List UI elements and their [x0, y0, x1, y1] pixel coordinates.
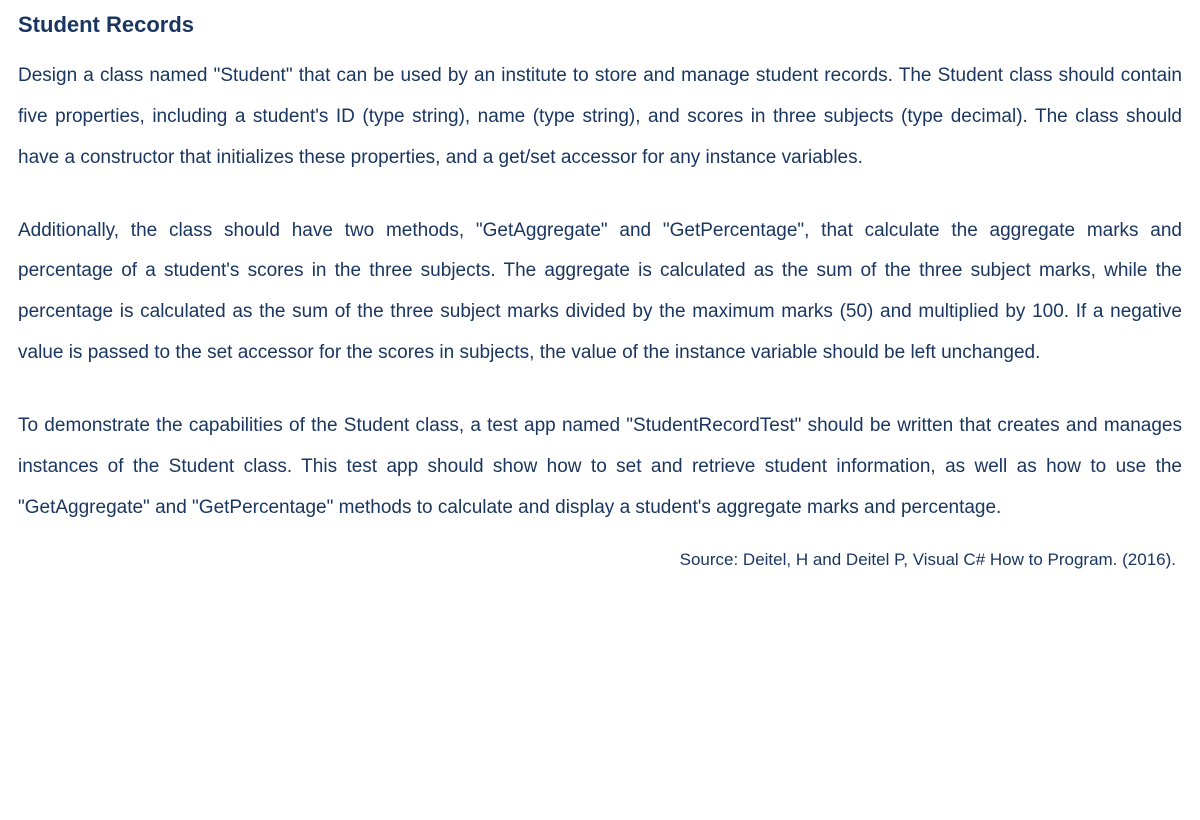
paragraph-3: To demonstrate the capabilities of the S… [18, 406, 1182, 529]
document-title: Student Records [18, 12, 1182, 38]
paragraph-1: Design a class named "Student" that can … [18, 56, 1182, 179]
paragraph-2: Additionally, the class should have two … [18, 211, 1182, 374]
source-citation: Source: Deitel, H and Deitel P, Visual C… [18, 550, 1182, 570]
